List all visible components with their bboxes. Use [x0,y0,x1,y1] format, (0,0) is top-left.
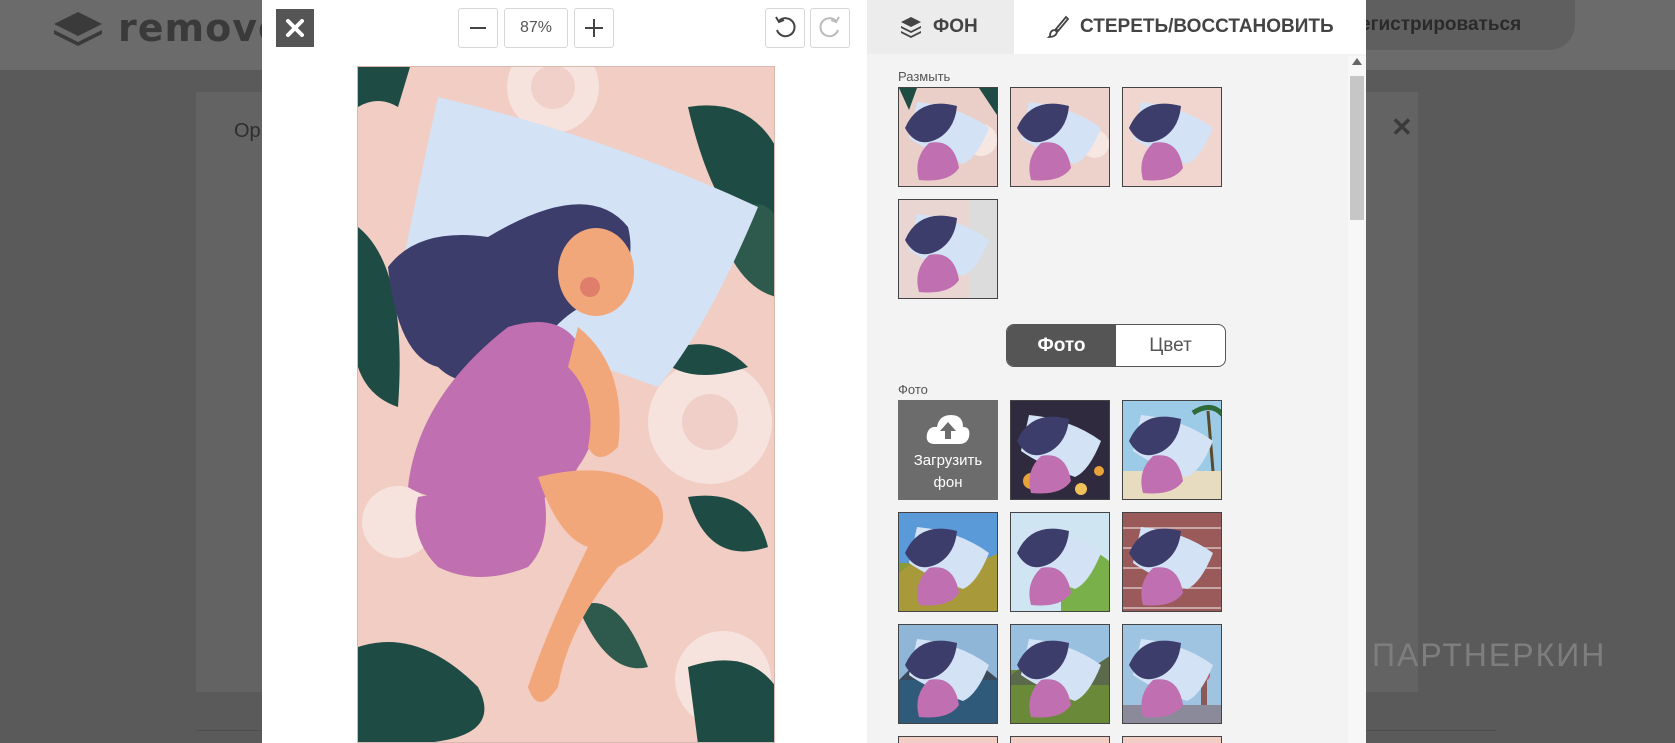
photo-thumb-image [899,625,997,723]
cloud-upload-icon [926,415,970,444]
photo-thumb-beach-palms[interactable] [1122,400,1222,500]
brush-icon [1046,15,1070,38]
background-close-icon[interactable]: ✕ [1391,112,1413,143]
close-button[interactable] [276,9,314,47]
blur-thumb-image [1011,88,1109,186]
photo-thumb-brick-wall[interactable] [1122,512,1222,612]
layers-icon [901,17,921,38]
photo-thumb-partial[interactable] [1122,736,1222,743]
side-panel: ФОН СТЕРЕТЬ/ВОССТАНОВИТЬ Размыть Фото Цв… [867,0,1366,743]
minus-icon [470,27,486,29]
photo-thumb-image [1123,401,1221,499]
blur-thumb-image [899,200,997,298]
blur-thumb-3[interactable] [1122,87,1222,187]
photo-thumb-image [1011,401,1109,499]
blur-thumb-4[interactable] [898,199,998,299]
photo-thumb-image [1011,625,1109,723]
photo-thumb-image [1123,625,1221,723]
toggle-photo[interactable]: Фото [1007,325,1116,366]
mode-toggle: Фото Цвет [1006,324,1226,367]
scrollbar[interactable] [1348,56,1366,743]
undo-button[interactable] [765,8,805,48]
blur-thumb-1[interactable] [898,87,998,187]
upload-background-button[interactable]: Загрузить фон [898,400,998,500]
blur-section-label: Размыть [898,69,951,84]
photo-thumb-city-lights[interactable] [1010,400,1110,500]
scroll-up-arrow-icon[interactable] [1352,58,1362,65]
zoom-in-button[interactable] [574,8,614,48]
photo-thumb-tropical-sky[interactable] [1010,512,1110,612]
tab-erase-restore-label: СТЕРЕТЬ/ВОССТАНОВИТЬ [1080,16,1334,37]
photo-section-label: Фото [898,382,928,397]
zoom-level: 87% [504,8,568,48]
close-icon [286,19,304,37]
photo-thumb-image [1011,513,1109,611]
background-panel-text: Ор [234,120,261,142]
photo-thumb-lake[interactable] [898,624,998,724]
redo-button[interactable] [810,8,850,48]
undo-icon [775,16,796,38]
blur-thumb-2[interactable] [1010,87,1110,187]
editor-modal: 87% ФОН СТЕРЕТЬ/ВОССТАНОВИТЬ Размыть Фот… [262,0,1366,743]
photo-thumb-partial[interactable] [898,736,998,743]
tab-erase-restore[interactable]: СТЕРЕТЬ/ВОССТАНОВИТЬ [1014,0,1366,54]
scrollbar-thumb[interactable] [1350,76,1364,220]
upload-background-label: Загрузить фон [913,452,983,491]
site-logo[interactable]: remove [52,6,285,50]
photo-thumb-mountains[interactable] [898,512,998,612]
zoom-out-button[interactable] [458,8,498,48]
blur-thumb-image [1123,88,1221,186]
blur-thumb-image [899,88,997,186]
tab-background[interactable]: ФОН [867,0,1014,54]
plus-icon [585,19,603,37]
photo-thumb-valley[interactable] [1010,624,1110,724]
photo-thumb-partial[interactable] [1010,736,1110,743]
toggle-color[interactable]: Цвет [1116,325,1225,366]
photo-thumb-image [899,513,997,611]
illustration-image [358,67,774,742]
logo-text: remove [118,6,285,50]
redo-icon [819,16,840,38]
watermark-text: ПАРТНЕРКИН [1372,636,1607,673]
photo-thumb-image [1123,513,1221,611]
image-canvas[interactable] [357,66,775,743]
photo-thumb-city-tower[interactable] [1122,624,1222,724]
logo-icon [54,12,102,46]
tab-background-label: ФОН [933,16,978,37]
